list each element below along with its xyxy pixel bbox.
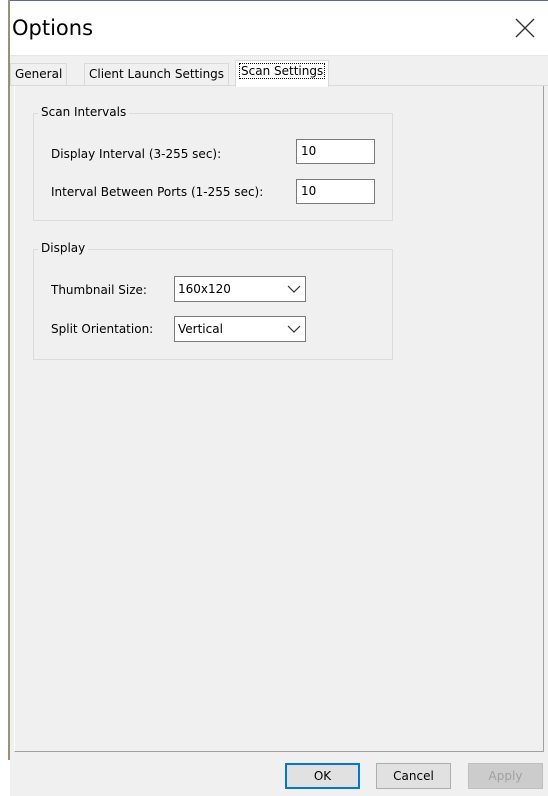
thumbnail-size-label: Thumbnail Size: [51, 283, 147, 297]
chevron-down-icon [287, 325, 301, 333]
cancel-button[interactable]: Cancel [376, 763, 451, 789]
thumbnail-size-select[interactable]: 160x120 [174, 276, 306, 302]
tab-client-launch-settings-label: Client Launch Settings [89, 67, 225, 81]
display-interval-input[interactable]: 10 [296, 139, 375, 164]
scan-intervals-group: Scan Intervals Display Interval (3-255 s… [33, 105, 393, 221]
tab-general[interactable]: General [10, 63, 68, 85]
ports-interval-input[interactable]: 10 [296, 179, 375, 204]
dialog-title: Options [12, 16, 94, 40]
tab-scan-settings-label: Scan Settings [238, 63, 326, 79]
title-bar: Options [10, 0, 548, 56]
split-orientation-select[interactable]: Vertical [174, 316, 306, 342]
options-dialog: Options General Client Launch Settings S… [10, 0, 548, 796]
tab-client-launch-settings[interactable]: Client Launch Settings [84, 63, 230, 85]
chevron-down-icon [287, 285, 301, 293]
split-orientation-value: Vertical [178, 322, 223, 336]
ports-interval-label: Interval Between Ports (1-255 sec): [51, 185, 264, 199]
background-window-edge [0, 0, 10, 796]
tab-scan-settings[interactable]: Scan Settings [235, 60, 330, 87]
tab-strip: General Client Launch Settings Scan Sett… [10, 60, 548, 87]
display-interval-label: Display Interval (3-255 sec): [51, 147, 222, 161]
split-orientation-label: Split Orientation: [51, 322, 154, 336]
display-legend: Display [38, 241, 89, 255]
ok-button[interactable]: OK [285, 763, 360, 789]
close-icon [515, 18, 535, 38]
dialog-button-bar: OK Cancel Apply [10, 752, 548, 796]
tab-general-label: General [15, 67, 63, 81]
close-button[interactable] [510, 13, 540, 43]
thumbnail-size-value: 160x120 [178, 282, 231, 296]
apply-button[interactable]: Apply [468, 763, 543, 789]
display-group: Display Thumbnail Size: 160x120 Split Or… [33, 241, 393, 360]
scan-settings-panel: Scan Intervals Display Interval (3-255 s… [14, 86, 544, 752]
scan-intervals-legend: Scan Intervals [38, 105, 130, 119]
